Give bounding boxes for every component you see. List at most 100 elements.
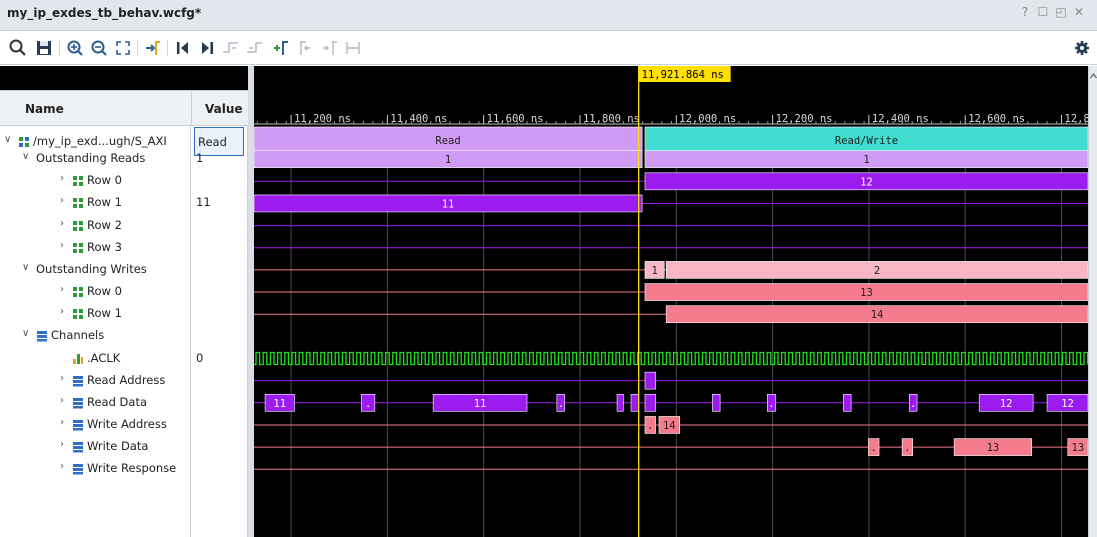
chevron-right-icon[interactable]: › bbox=[60, 284, 64, 295]
chevron-right-icon[interactable]: › bbox=[60, 218, 64, 229]
tick-label: 11,400 ns bbox=[390, 113, 447, 125]
signal-row[interactable]: › Row 1 bbox=[0, 192, 191, 214]
maximize-icon[interactable]: ☐ bbox=[1035, 5, 1051, 19]
chevron-right-icon[interactable]: › bbox=[60, 195, 64, 206]
signal-row[interactable]: .ACLK bbox=[0, 348, 191, 370]
bar-value-label: Read bbox=[435, 135, 460, 147]
chevron-right-icon[interactable]: › bbox=[60, 439, 64, 450]
chevron-down-icon[interactable]: ∨ bbox=[4, 134, 11, 145]
search-icon[interactable] bbox=[7, 37, 29, 59]
previous-transition-icon[interactable] bbox=[220, 37, 242, 59]
signal-row[interactable]: ∨ Outstanding Reads bbox=[0, 148, 191, 170]
signal-row[interactable]: › Row 0 bbox=[0, 281, 191, 303]
signal-row[interactable]: › Row 0 bbox=[0, 170, 191, 192]
bar-value-label: 2 bbox=[874, 265, 880, 277]
signal-name: Row 1 bbox=[87, 306, 122, 321]
channel-icon bbox=[73, 375, 83, 387]
chevron-down-icon[interactable]: ∨ bbox=[22, 151, 29, 162]
signal-row[interactable]: › Read Data bbox=[0, 392, 191, 414]
signal-row[interactable]: › Row 3 bbox=[0, 237, 191, 259]
tick-label: 12,000 ns bbox=[679, 113, 736, 125]
bar-value-label: 1 bbox=[863, 154, 869, 166]
go-to-time-0-icon[interactable] bbox=[172, 37, 194, 59]
signal-name: Write Data bbox=[87, 439, 149, 454]
chevron-right-icon[interactable]: › bbox=[60, 461, 64, 472]
channel-icon bbox=[73, 442, 83, 453]
chevron-down-icon[interactable]: ∨ bbox=[22, 328, 29, 339]
name-column-header[interactable]: Name bbox=[0, 90, 191, 126]
tick-label: 11,200 ns bbox=[294, 113, 351, 125]
clock-signal-icon bbox=[73, 353, 83, 364]
save-icon[interactable] bbox=[33, 37, 55, 59]
signal-row[interactable]: › Write Response bbox=[0, 458, 191, 480]
signal-row[interactable]: › Read Address bbox=[0, 370, 191, 392]
signal-name: Row 0 bbox=[87, 173, 122, 188]
signal-row[interactable]: › Write Data bbox=[0, 436, 191, 458]
close-icon[interactable]: ✕ bbox=[1071, 5, 1087, 19]
bar-value-label: . bbox=[910, 398, 916, 410]
chevron-right-icon[interactable]: › bbox=[60, 417, 64, 428]
signal-name: Read Address bbox=[87, 372, 166, 387]
group-icon bbox=[73, 176, 83, 187]
channel-icon bbox=[37, 331, 47, 342]
signal-row[interactable]: ∨ Outstanding Writes bbox=[0, 259, 191, 281]
go-to-cursor-icon[interactable] bbox=[142, 37, 164, 59]
signal-row[interactable]: › Row 2 bbox=[0, 215, 191, 237]
tick-label: 12,400 ns bbox=[872, 113, 929, 125]
chevron-right-icon[interactable]: › bbox=[60, 240, 64, 251]
transaction-bar[interactable] bbox=[616, 393, 624, 412]
transaction-bar[interactable] bbox=[843, 393, 852, 412]
settings-gear-icon[interactable] bbox=[1071, 37, 1093, 59]
bar-value-label: 13 bbox=[860, 287, 873, 299]
restore-icon[interactable]: ◰ bbox=[1053, 5, 1069, 19]
signal-name: Write Address bbox=[87, 416, 167, 431]
tick-label: 11,800 ns bbox=[583, 113, 640, 125]
waveform-canvas[interactable]: 11,200 ns 11,400 ns 11,600 ns 11,800 ns 12,0… bbox=[254, 66, 1088, 537]
swap-cursors-icon[interactable] bbox=[342, 37, 364, 59]
previous-marker-icon[interactable] bbox=[294, 37, 316, 59]
vertical-scrollbar[interactable] bbox=[1088, 66, 1097, 537]
name-column-title: Name bbox=[25, 102, 64, 116]
help-icon[interactable]: ? bbox=[1017, 5, 1033, 19]
transaction-bar[interactable] bbox=[630, 393, 640, 412]
signal-row[interactable]: › Row 1 bbox=[0, 303, 191, 325]
go-to-last-time-icon[interactable] bbox=[196, 37, 218, 59]
bar-value-label: . bbox=[558, 398, 564, 410]
next-transition-icon[interactable] bbox=[244, 37, 266, 59]
bar-value-label: . bbox=[871, 442, 877, 454]
bar-value-label: . bbox=[365, 398, 371, 410]
chevron-right-icon[interactable]: › bbox=[60, 373, 64, 384]
signal-name: .ACLK bbox=[87, 350, 121, 365]
signal-row[interactable]: ∨ Channels bbox=[0, 325, 191, 347]
zoom-fit-icon[interactable] bbox=[112, 37, 134, 59]
zoom-out-icon[interactable] bbox=[88, 37, 110, 59]
bar-value-label: 1 bbox=[651, 265, 657, 277]
chevron-right-icon[interactable]: › bbox=[60, 306, 64, 317]
bar-value-label: . bbox=[647, 420, 653, 432]
tick-label: 12,80 bbox=[1065, 113, 1088, 125]
scroll-up-icon[interactable] bbox=[1089, 70, 1097, 82]
signal-name: Row 2 bbox=[87, 217, 122, 232]
bar-value-label: . bbox=[768, 398, 774, 410]
signal-name: Row 1 bbox=[87, 195, 122, 210]
bar-value-label: Read/Write bbox=[835, 135, 898, 147]
bar-value-label: 12 bbox=[860, 176, 873, 188]
signal-row[interactable]: › Write Address bbox=[0, 414, 191, 436]
bar-value-label: 11 bbox=[442, 198, 455, 210]
bar-value-label: 11 bbox=[474, 398, 487, 410]
transaction-bar[interactable] bbox=[644, 371, 656, 390]
zoom-in-icon[interactable] bbox=[64, 37, 86, 59]
chevron-right-icon[interactable]: › bbox=[60, 173, 64, 184]
chevron-down-icon[interactable]: ∨ bbox=[22, 262, 29, 273]
signal-value: 1 bbox=[196, 151, 204, 166]
chevron-right-icon[interactable]: › bbox=[60, 395, 64, 406]
transaction-bar[interactable] bbox=[644, 393, 656, 412]
waveform-view[interactable]: 11,200 ns 11,400 ns 11,600 ns 11,800 ns 12,0… bbox=[254, 66, 1088, 537]
transaction-bar[interactable] bbox=[712, 393, 721, 412]
value-column-header[interactable]: Value bbox=[191, 90, 248, 126]
signal-name: Outstanding Reads bbox=[36, 151, 146, 166]
group-icon bbox=[73, 220, 83, 231]
next-marker-icon[interactable] bbox=[318, 37, 340, 59]
add-marker-icon[interactable] bbox=[270, 37, 292, 59]
cursor-time-label: 11,921.864 ns bbox=[642, 69, 724, 81]
